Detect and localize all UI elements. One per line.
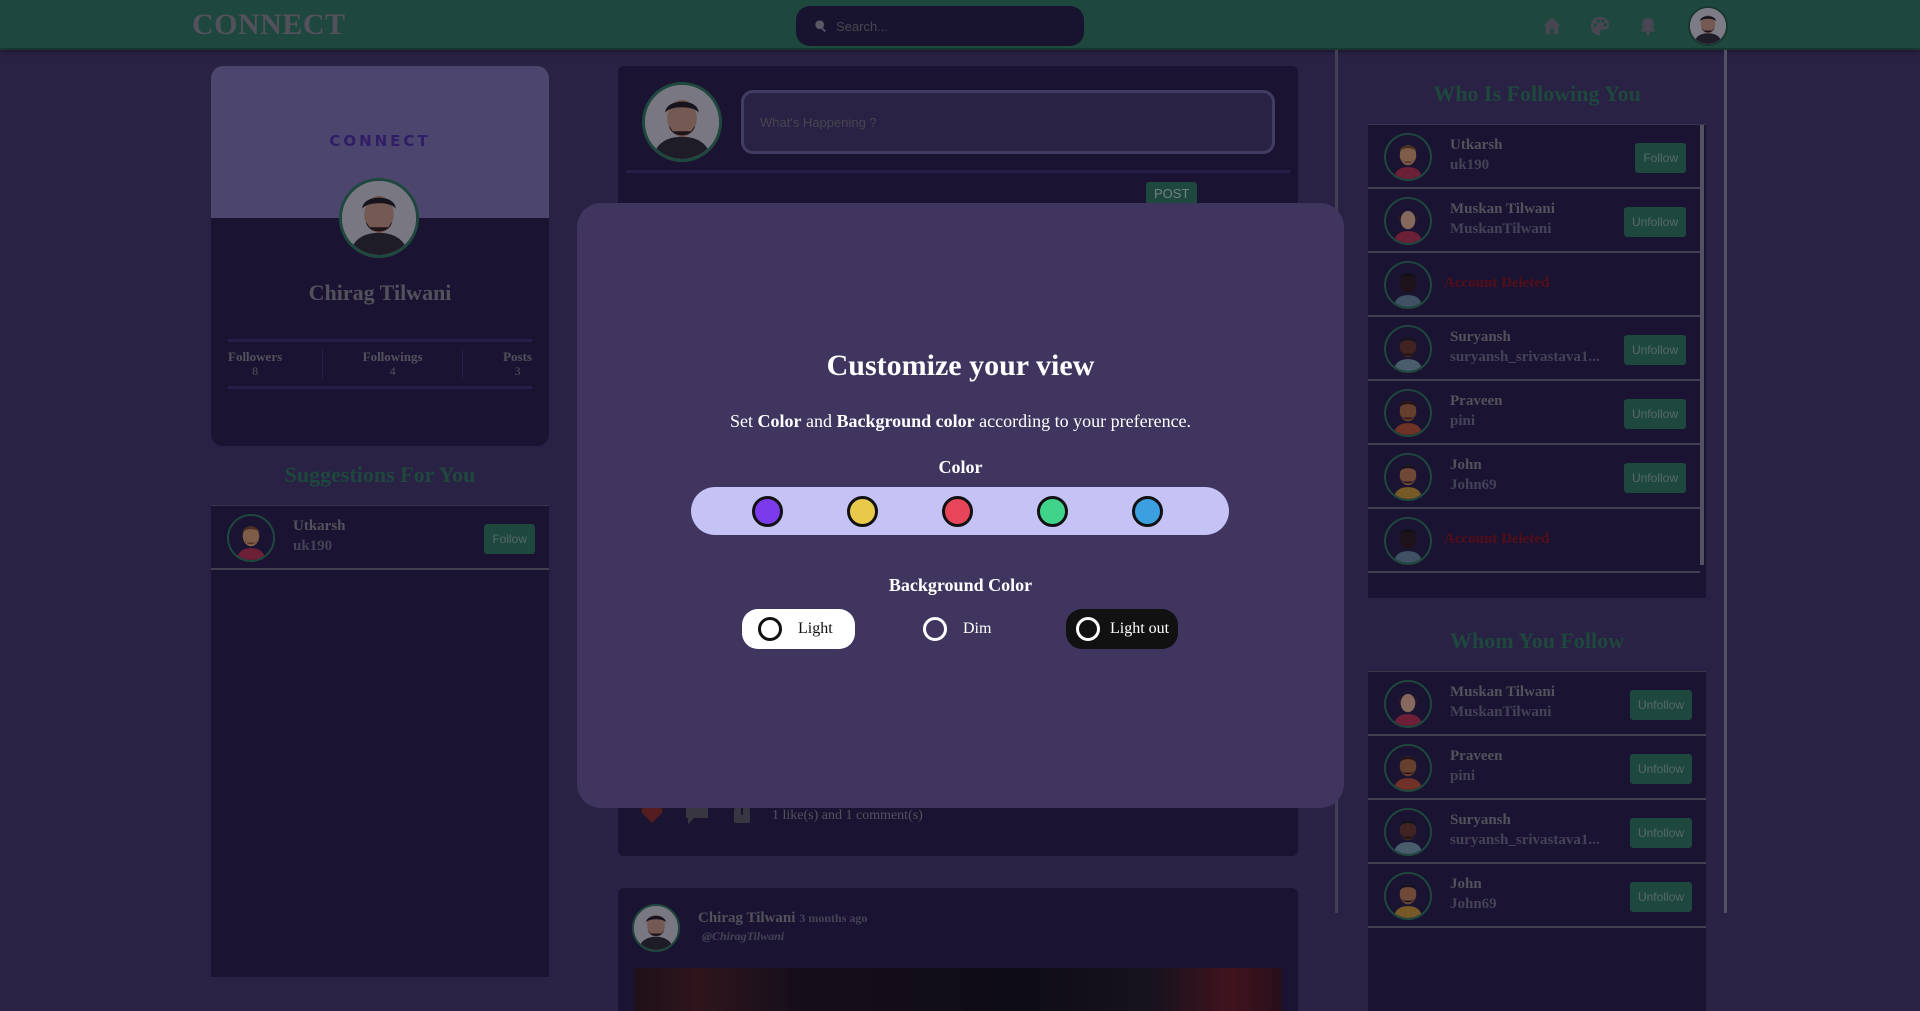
color-section-label: Color — [938, 457, 983, 477]
bg-option-dim[interactable]: Dim — [907, 609, 1027, 649]
color-swatch-yellow[interactable] — [847, 496, 878, 527]
bg-option-lightout[interactable]: Light out — [1066, 609, 1178, 649]
background-section-label: Background Color — [888, 575, 1033, 595]
modal-subtitle: Set Color and Background color according… — [729, 411, 1192, 431]
modal-title: Customize your view — [826, 349, 1095, 382]
bg-option-light[interactable]: Light — [742, 609, 855, 649]
color-picker — [691, 487, 1229, 535]
color-swatch-purple[interactable] — [752, 496, 783, 527]
radio-circle-icon — [1076, 617, 1100, 641]
radio-circle-icon — [923, 617, 947, 641]
color-swatch-blue[interactable] — [1132, 496, 1163, 527]
color-swatch-green[interactable] — [1037, 496, 1068, 527]
radio-circle-icon — [758, 617, 782, 641]
customize-view-modal: Customize your view Set Color and Backgr… — [577, 203, 1344, 808]
color-swatch-red[interactable] — [942, 496, 973, 527]
